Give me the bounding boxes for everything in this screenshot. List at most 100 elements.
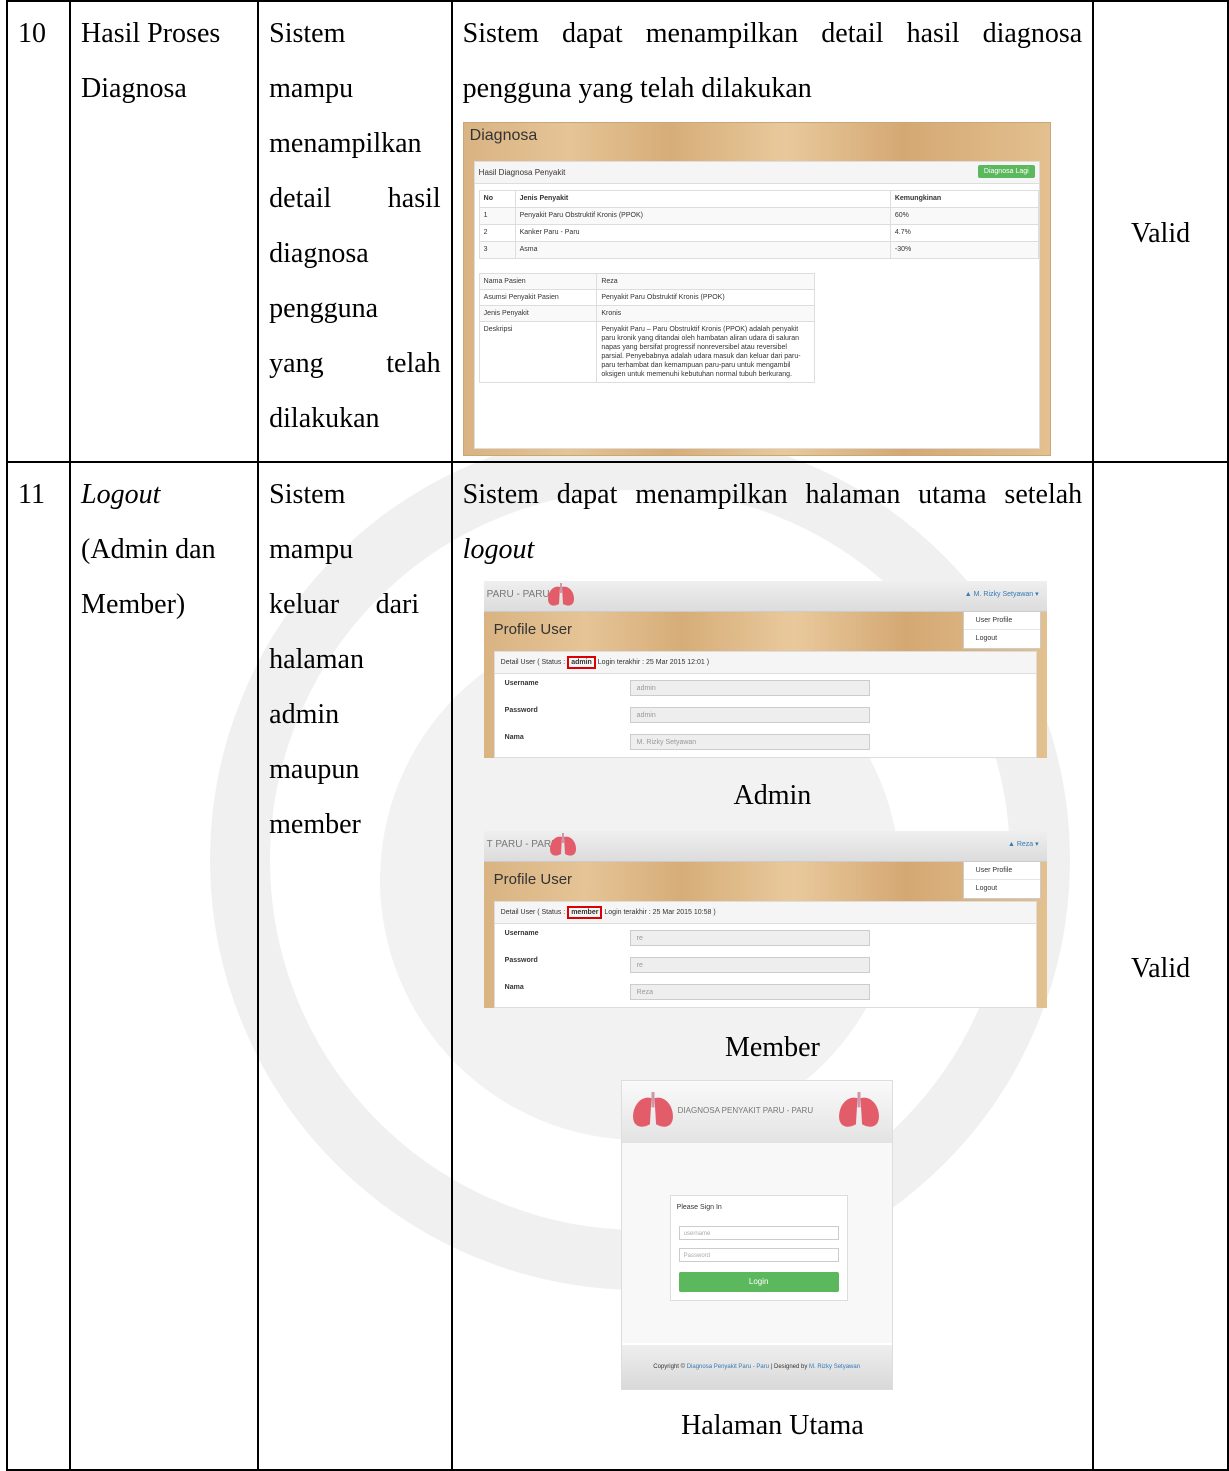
detail-value: Penyakit Paru Obstruktif Kronis (PPOK) <box>596 289 815 306</box>
requirement-line: Sistem <box>269 18 346 49</box>
profile-panel: Detail User ( Status : admin Login terak… <box>493 651 1037 758</box>
user-menu-toggle[interactable]: ▲ Reza ▾ <box>1008 840 1039 848</box>
user-dropdown: User Profile Logout <box>962 861 1041 899</box>
table-cell: 4.7% <box>889 224 1039 242</box>
password-field[interactable]: re <box>629 957 870 973</box>
detail-row: Nama Pasien Reza <box>478 273 815 290</box>
requirement-line: mampu <box>269 73 354 104</box>
diagnosa-panel: Hasil Diagnosa Penyakit Diagnosa Lagi No… <box>473 161 1040 449</box>
caption-admin: Admin <box>733 780 812 811</box>
password-input[interactable]: Password <box>678 1248 839 1262</box>
user-menu-toggle[interactable]: ▲ M. Rizky Setyawan ▾ <box>965 590 1039 598</box>
profile-panel: Detail User ( Status : member Login tera… <box>493 901 1037 1008</box>
requirement-text: Sistem mampu menampilkan detail hasil di… <box>257 0 453 463</box>
detail-label: Deskripsi <box>478 321 598 383</box>
footer-link-app[interactable]: Diagnosa Penyakit Paru - Paru <box>687 1364 769 1370</box>
page-title: Profile User <box>493 871 573 888</box>
lungs-icon <box>547 583 574 606</box>
status-badge: member <box>567 906 603 919</box>
user-name: Reza <box>1016 841 1034 848</box>
table-row: 2 Kanker Paru - Paru 4.7% <box>478 224 1039 242</box>
caption-halaman-utama: Halaman Utama <box>681 1410 864 1441</box>
status-badge: admin <box>567 656 596 669</box>
field-row: Nama M. Rizky Setyawan <box>504 734 876 750</box>
table-row-10: 10 Hasil Proses Diagnosa Sistem mampu me… <box>5 0 1229 463</box>
name-field[interactable]: M. Rizky Setyawan <box>629 734 870 750</box>
detail-row: Jenis Penyakit Kronis <box>478 305 815 322</box>
table-header-row: No Jenis Penyakit Kemungkinan <box>478 190 1039 208</box>
login-body: Please Sign In username Password Login <box>621 1143 892 1343</box>
feature-name-line: Diagnosa <box>81 73 187 104</box>
menu-item-user-profile[interactable]: User Profile <box>964 862 1040 879</box>
password-field[interactable]: admin <box>629 707 870 723</box>
feature-name-italic: Logout <box>81 479 161 510</box>
row-number: 10 <box>5 0 72 463</box>
field-row: Username re <box>505 930 876 946</box>
diagnosa-lagi-button[interactable]: Diagnosa Lagi <box>977 165 1035 178</box>
field-label: Nama <box>504 734 524 741</box>
field-label: Nama <box>504 984 524 991</box>
requirement-line: menampilkan <box>269 128 422 159</box>
table-cell: 3 <box>478 241 516 259</box>
test-results-table: 10 Hasil Proses Diagnosa Sistem mampu me… <box>5 0 1229 1471</box>
navbar: T PARU - PARU ▲ Reza ▾ <box>483 831 1047 862</box>
diagnosa-screenshot: Diagnosa Hasil Diagnosa Penyakit Diagnos… <box>462 122 1051 456</box>
panel-heading: Detail User ( Status : member Login tera… <box>494 902 1036 924</box>
table-cell: -30% <box>889 241 1039 259</box>
detail-prefix: Detail User ( Status : <box>500 659 566 666</box>
lungs-icon <box>549 833 576 856</box>
name-field[interactable]: Reza <box>629 984 870 1000</box>
result-text-main: Sistem dapat menampilkan halaman utama s… <box>462 479 1083 510</box>
result-text: Sistem dapat menampilkan halaman utama s… <box>463 467 1082 577</box>
requirement-line: yang telah <box>269 348 441 379</box>
panel-title: Hasil Diagnosa Penyakit <box>478 168 566 177</box>
table-cell: 2 <box>478 224 516 242</box>
table-cell: Penyakit Paru Obstruktif Kronis (PPOK) <box>514 207 891 225</box>
username-field[interactable]: re <box>629 930 870 946</box>
feature-name-line: Hasil Proses <box>81 18 221 49</box>
login-brand-text: DIAGNOSA PENYAKIT PARU - PARU <box>677 1106 814 1115</box>
field-label: Username <box>504 680 539 687</box>
sign-in-title: Please Sign In <box>676 1204 722 1211</box>
patient-detail-table: Nama Pasien Reza Asumsi Penyakit Pasien … <box>478 273 815 383</box>
navbar: PARU - PARU ▲ M. Rizky Setyawan ▾ <box>483 581 1047 612</box>
user-dropdown: User Profile Logout <box>962 611 1041 649</box>
page-title: Profile User <box>493 621 573 638</box>
requirement-line: pengguna <box>269 293 378 324</box>
field-label: Password <box>504 707 538 714</box>
table-cell: Kanker Paru - Paru <box>514 224 891 242</box>
login-header: DIAGNOSA PENYAKIT PARU - PARU <box>621 1081 892 1143</box>
member-profile-screenshot: T PARU - PARU ▲ Reza ▾ User Profile Logo… <box>483 831 1047 1008</box>
requirement-line: diagnosa <box>269 238 369 269</box>
detail-row: Asumsi Penyakit Pasien Penyakit Paru Obs… <box>478 289 815 306</box>
validity-status: Valid <box>1092 0 1229 463</box>
field-row: Password admin <box>504 707 876 723</box>
admin-profile-screenshot: PARU - PARU ▲ M. Rizky Setyawan ▾ User P… <box>483 581 1047 758</box>
menu-item-user-profile[interactable]: User Profile <box>964 612 1040 629</box>
menu-item-logout[interactable]: Logout <box>963 629 1040 647</box>
detail-value: Reza <box>596 273 815 290</box>
brand-text: PARU - PARU <box>486 589 550 600</box>
field-row: Password re <box>505 957 876 973</box>
requirement-text: Sistem mampu keluar dari halaman admin m… <box>257 461 453 1471</box>
table-cell: 60% <box>889 207 1039 225</box>
detail-value: Kronis <box>596 305 815 322</box>
detail-value: Penyakit Paru – Paru Obstruktif Kronis (… <box>596 321 815 383</box>
menu-item-logout[interactable]: Logout <box>963 879 1040 897</box>
result-cell: Sistem dapat menampilkan halaman utama s… <box>450 461 1095 1471</box>
footer-link-author[interactable]: M. Rizky Setyawan <box>809 1364 860 1370</box>
detail-suffix: Login terakhir : 25 Mar 2015 12:01 ) <box>597 659 710 666</box>
table-row-11: 11 Logout (Admin dan Member) Sistem mamp… <box>5 461 1229 1471</box>
result-text-italic: logout <box>462 534 535 565</box>
footer-prefix: Copyright © <box>653 1364 687 1370</box>
sign-in-panel: Please Sign In username Password Login <box>669 1195 848 1301</box>
row-number: 11 <box>5 461 72 1471</box>
login-button[interactable]: Login <box>678 1272 839 1292</box>
requirement-line: dilakukan <box>269 403 380 434</box>
username-field[interactable]: admin <box>629 680 870 696</box>
detail-prefix: Detail User ( Status : <box>500 909 566 916</box>
username-input[interactable]: username <box>678 1226 839 1240</box>
field-row: Nama Reza <box>504 984 876 1000</box>
detail-label: Asumsi Penyakit Pasien <box>478 289 598 306</box>
feature-name: Hasil Proses Diagnosa <box>69 0 260 463</box>
